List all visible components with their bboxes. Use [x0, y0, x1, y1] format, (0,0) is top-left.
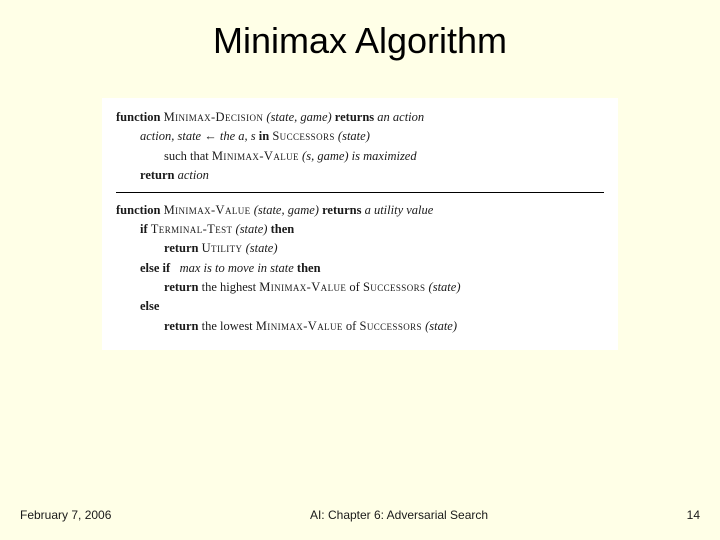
such-that: such that	[164, 149, 212, 163]
decision-line1: action, state ← the a, s in Successors (…	[116, 127, 604, 146]
fn-utility: Utility	[202, 241, 243, 255]
value-return-lowest: return the lowest Minimax-Value of Succe…	[116, 317, 604, 336]
fn-minimax-value-lo: Minimax-Value	[256, 319, 343, 333]
kw-return-3: return	[164, 280, 199, 294]
kw-then-2: then	[297, 261, 321, 275]
fn-terminal-test: Terminal-Test	[151, 222, 233, 236]
value-else: else	[116, 297, 604, 316]
kw-function-2: function	[116, 203, 160, 217]
kw-function: function	[116, 110, 160, 124]
fn-successors-hi: Successors	[363, 280, 425, 294]
of-text: of	[349, 280, 363, 294]
kw-if: if	[140, 222, 148, 236]
value-if-terminal: if Terminal-Test (state) then	[116, 220, 604, 239]
succ-arg-lo: (state)	[425, 319, 457, 333]
decision-return: return action	[116, 166, 604, 185]
max-move-text: max is to move in state	[180, 261, 297, 275]
fn-successors-lo: Successors	[359, 319, 421, 333]
of-text-2: of	[346, 319, 360, 333]
kw-in: in	[259, 129, 269, 143]
footer-date: February 7, 2006	[0, 508, 111, 522]
mv-args-maximized: (s, game) is maximized	[302, 149, 417, 163]
fn-successors: Successors	[272, 129, 334, 143]
kw-returns-2: returns	[322, 203, 361, 217]
value-return-utility: return Utility (state)	[116, 239, 604, 258]
decision-line2: such that Minimax-Value (s, game) is max…	[116, 147, 604, 166]
args-state-game: (state, game)	[266, 110, 331, 124]
highest-text: the highest	[202, 280, 260, 294]
kw-return: return	[140, 168, 175, 182]
kw-returns: returns	[335, 110, 374, 124]
slide-title: Minimax Algorithm	[0, 0, 720, 62]
footer-page-number: 14	[687, 508, 720, 522]
ret-an-action: an action	[377, 110, 424, 124]
succ-arg-hi: (state)	[429, 280, 461, 294]
fn-value-signature: function Minimax-Value (state, game) ret…	[116, 201, 604, 220]
footer: February 7, 2006 AI: Chapter 6: Adversar…	[0, 508, 720, 522]
fn-minimax-value: Minimax-Value	[164, 203, 251, 217]
algorithm-box: function Minimax-Decision (state, game) …	[102, 98, 618, 350]
kw-else: else	[140, 299, 159, 313]
util-arg: (state)	[246, 241, 278, 255]
kw-return-2: return	[164, 241, 199, 255]
tt-arg: (state)	[236, 222, 268, 236]
args-state-game-2: (state, game)	[254, 203, 319, 217]
assign-text: action, state ← the a, s	[140, 129, 259, 143]
algo-divider	[116, 192, 604, 193]
return-action: action	[178, 168, 209, 182]
value-elseif-max: else if max is to move in state then	[116, 259, 604, 278]
fn-minimax-value-inline: Minimax-Value	[212, 149, 299, 163]
footer-center: AI: Chapter 6: Adversarial Search	[111, 508, 686, 522]
kw-elseif: else if	[140, 261, 170, 275]
fn-minimax-decision: Minimax-Decision	[164, 110, 264, 124]
value-return-highest: return the highest Minimax-Value of Succ…	[116, 278, 604, 297]
lowest-text: the lowest	[202, 319, 256, 333]
kw-return-4: return	[164, 319, 199, 333]
succ-arg-state: (state)	[338, 129, 370, 143]
fn-minimax-value-hi: Minimax-Value	[259, 280, 346, 294]
fn-decision-signature: function Minimax-Decision (state, game) …	[116, 108, 604, 127]
kw-then: then	[271, 222, 295, 236]
ret-utility-value: a utility value	[365, 203, 434, 217]
